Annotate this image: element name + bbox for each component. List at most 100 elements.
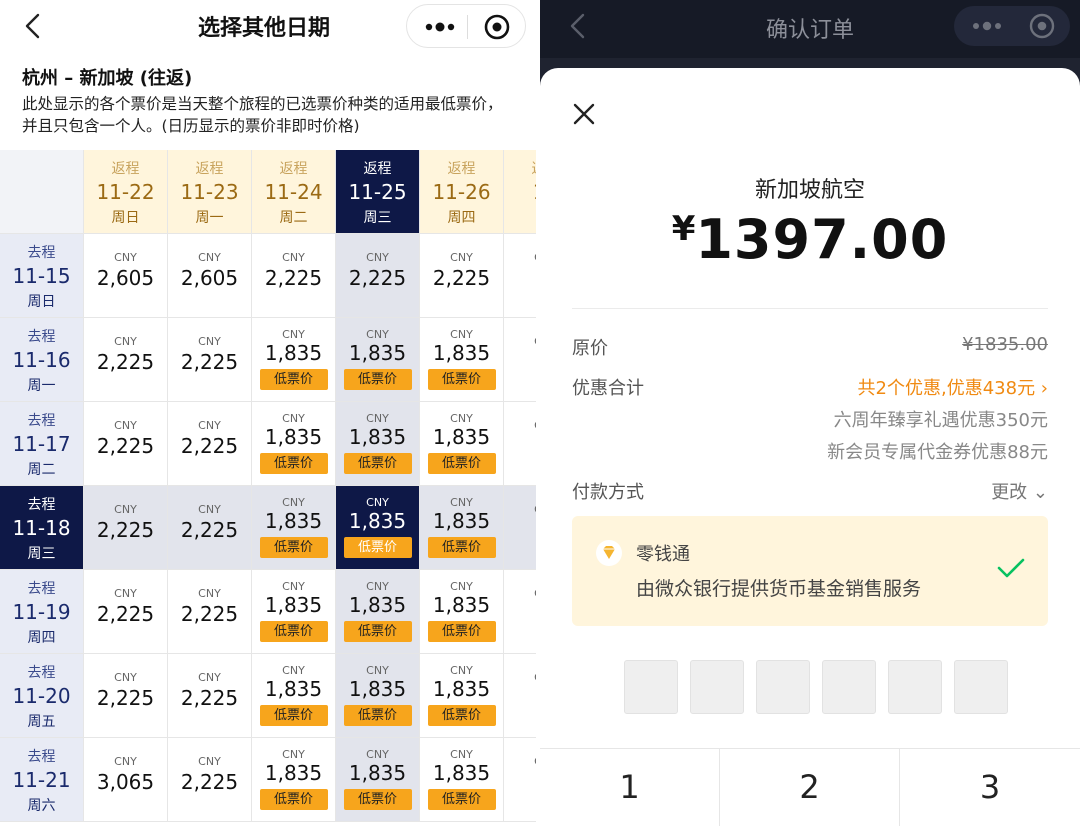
fare-cell[interactable]: CNY 1,835 低票价 — [420, 654, 504, 738]
fare-cell[interactable]: CNY 1,835 低票价 — [420, 570, 504, 654]
return-weekday: 周三 — [363, 210, 392, 226]
fare-cell[interactable]: CNY 2,605 — [84, 234, 168, 318]
return-date-header[interactable]: 返程 11-23 周一 — [168, 150, 252, 234]
depart-date-header[interactable]: 去程 11-21 周六 — [0, 738, 84, 822]
depart-date-header[interactable]: 去程 11-15 周日 — [0, 234, 84, 318]
close-icon[interactable] — [572, 102, 596, 126]
fare-cell[interactable]: CNY 2 — [504, 318, 536, 402]
change-payment-button[interactable]: 更改 ⌄ — [991, 478, 1048, 504]
fare-cell[interactable]: CNY 2,605 — [168, 234, 252, 318]
fare-price: 2 — [504, 602, 536, 626]
key-2[interactable]: 2 — [720, 749, 900, 826]
fare-cell[interactable]: CNY 2,225 — [168, 654, 252, 738]
return-date-header[interactable]: 返程11 周 — [504, 150, 536, 234]
fare-price: 1,835 — [348, 509, 407, 533]
fare-cell[interactable]: CNY 2,225 — [84, 570, 168, 654]
fare-cell[interactable]: CNY 1,835 低票价 — [252, 738, 336, 822]
fare-cell[interactable]: CNY 1,835 低票价 — [252, 654, 336, 738]
fare-price: 2,225 — [180, 350, 239, 374]
currency-label: CNY — [450, 251, 473, 264]
fare-cell[interactable]: CNY 1,835 低票价 — [420, 738, 504, 822]
discount-label: 优惠合计 — [572, 378, 644, 399]
depart-label: 去程 — [27, 581, 56, 597]
fare-cell[interactable]: CNY 1,835 低票价 — [420, 318, 504, 402]
currency-label: CNY — [198, 587, 221, 600]
fare-cell[interactable]: CNY 1,835 低票价 — [336, 318, 420, 402]
return-label: 返程 — [504, 158, 537, 178]
fare-cell[interactable]: CNY 2 — [504, 234, 536, 318]
more-dots-icon[interactable] — [423, 15, 457, 39]
fare-cell[interactable]: CNY 2,225 — [168, 570, 252, 654]
fare-cell[interactable]: CNY 1,835 低票价 — [252, 486, 336, 570]
low-fare-badge: 低票价 — [427, 789, 496, 810]
close-miniprogram-icon[interactable] — [1028, 12, 1056, 40]
key-3[interactable]: 3 — [900, 749, 1080, 826]
depart-weekday: 周四 — [27, 630, 56, 646]
fare-cell[interactable]: CNY 1,835 低票价 — [420, 486, 504, 570]
fare-cell[interactable]: CNY 2 — [504, 654, 536, 738]
low-fare-badge: 低票价 — [343, 621, 412, 642]
pin-box[interactable] — [690, 660, 744, 714]
fare-cell[interactable]: CNY 2,225 — [84, 402, 168, 486]
fare-cell[interactable]: CNY 2,225 — [168, 318, 252, 402]
pin-box[interactable] — [954, 660, 1008, 714]
fare-price: 2,605 — [96, 266, 155, 290]
fare-cell[interactable]: CNY 1,835 低票价 — [252, 570, 336, 654]
currency-label: CNY — [114, 587, 137, 600]
key-1[interactable]: 1 — [540, 749, 720, 826]
fare-cell[interactable]: CNY 2,225 — [168, 402, 252, 486]
fare-cell[interactable]: CNY 1,835 低票价 — [252, 318, 336, 402]
pin-box[interactable] — [756, 660, 810, 714]
fare-cell[interactable]: CNY 3,065 — [84, 738, 168, 822]
more-dots-icon[interactable] — [970, 14, 1004, 38]
return-date-header[interactable]: 返程 11-24 周二 — [252, 150, 336, 234]
return-date-header[interactable]: 返程 11-26 周四 — [420, 150, 504, 234]
fare-cell[interactable]: CNY 2 — [504, 738, 536, 822]
fare-price: 2,225 — [180, 770, 239, 794]
fare-cell[interactable]: CNY 1,835 低票价 — [336, 654, 420, 738]
depart-date-header[interactable]: 去程 11-19 周四 — [0, 570, 84, 654]
fare-cell[interactable]: CNY 1,835 低票价 — [420, 402, 504, 486]
depart-weekday: 周六 — [27, 798, 56, 814]
return-label: 返程 — [447, 161, 476, 177]
low-fare-badge: 低票价 — [343, 705, 412, 726]
pin-box[interactable] — [888, 660, 942, 714]
depart-date-header[interactable]: 去程 11-17 周二 — [0, 402, 84, 486]
fare-cell[interactable]: CNY 1,835 低票价 — [252, 402, 336, 486]
return-date-header[interactable]: 返程 11-22 周日 — [84, 150, 168, 234]
fare-cell[interactable]: CNY 2 — [504, 570, 536, 654]
fare-cell[interactable]: CNY 2,225 — [336, 234, 420, 318]
currency-label: CNY — [198, 755, 221, 768]
fare-cell[interactable]: CNY 2,225 — [84, 654, 168, 738]
fare-cell[interactable]: CNY 1,835 低票价 — [336, 402, 420, 486]
payment-method-card[interactable]: 零钱通 由微众银行提供货币基金销售服务 — [572, 516, 1048, 626]
fare-cell[interactable]: CNY 2,225 — [168, 738, 252, 822]
fare-cell[interactable]: CNY 2,225 — [84, 318, 168, 402]
depart-date: 11-20 — [12, 684, 71, 708]
pin-box[interactable] — [822, 660, 876, 714]
fare-cell[interactable]: CNY 2 — [504, 402, 536, 486]
fare-cell[interactable]: CNY 1,835 低票价 — [336, 570, 420, 654]
payment-method-name: 零钱通 — [636, 544, 690, 565]
fare-cell[interactable]: CNY 2,225 — [420, 234, 504, 318]
currency-label: CNY — [366, 580, 389, 593]
depart-date-header[interactable]: 去程 11-18 周三 — [0, 486, 84, 570]
currency-label: CNY — [504, 251, 536, 264]
currency-label: CNY — [198, 335, 221, 348]
low-fare-badge: 低票价 — [427, 453, 496, 474]
currency-label: CNY — [282, 580, 305, 593]
fare-cell[interactable]: CNY 1,835 低票价 — [336, 738, 420, 822]
low-fare-badge: 低票价 — [343, 453, 412, 474]
depart-date-header[interactable]: 去程 11-16 周一 — [0, 318, 84, 402]
close-miniprogram-icon[interactable] — [483, 13, 511, 41]
depart-date-header[interactable]: 去程 11-20 周五 — [0, 654, 84, 738]
fare-cell[interactable]: CNY 2 — [504, 486, 536, 570]
fare-cell[interactable]: CNY 2,225 — [252, 234, 336, 318]
fare-cell[interactable]: CNY 2,225 — [84, 486, 168, 570]
pin-box[interactable] — [624, 660, 678, 714]
discount-summary-link[interactable]: 共2个优惠,优惠438元 › — [858, 374, 1048, 400]
fare-cell[interactable]: CNY 2,225 — [168, 486, 252, 570]
fare-cell[interactable]: CNY 1,835 低票价 — [336, 486, 420, 570]
return-date-header[interactable]: 返程 11-25 周三 — [336, 150, 420, 234]
currency-label: CNY — [114, 419, 137, 432]
